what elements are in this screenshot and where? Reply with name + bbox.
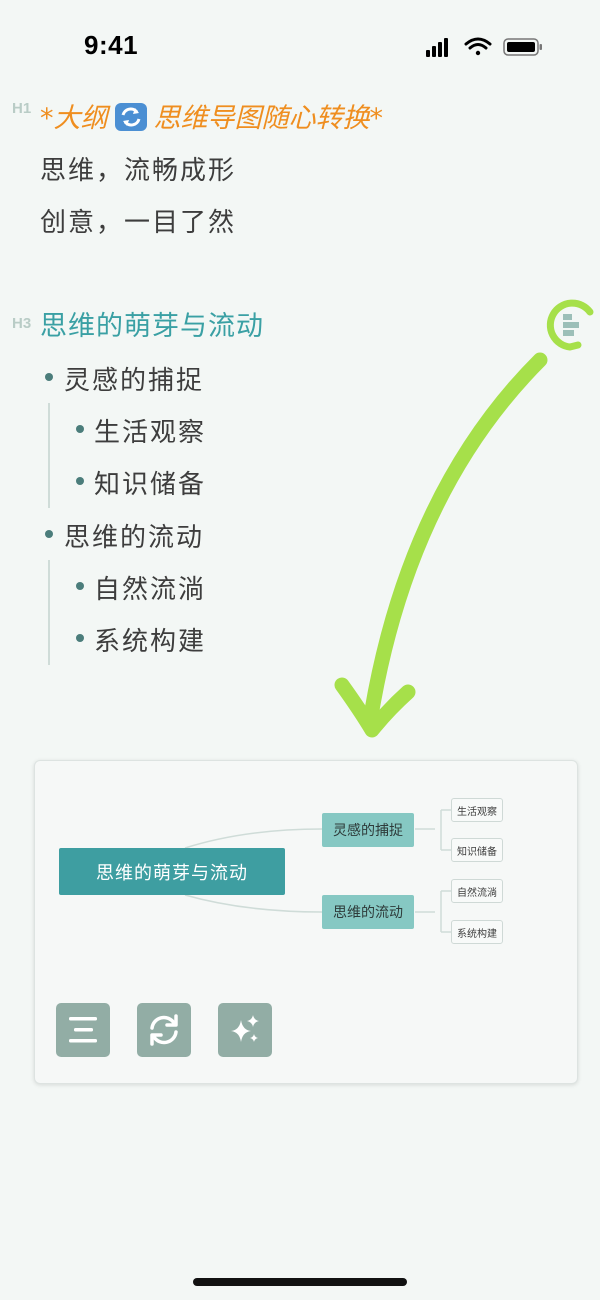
mindmap-leaf-node[interactable]: 生活观察 bbox=[451, 798, 503, 822]
signal-icon bbox=[426, 38, 448, 57]
mindmap-leaf-node[interactable]: 知识储备 bbox=[451, 838, 503, 862]
mindmap-leaf-node[interactable]: 系统构建 bbox=[451, 920, 503, 944]
h3-heading[interactable]: 思维的萌芽与流动 bbox=[40, 304, 264, 343]
battery-icon bbox=[503, 38, 542, 56]
status-bar: 9:41 bbox=[0, 0, 600, 90]
wifi-icon bbox=[464, 37, 492, 56]
bullet-dot bbox=[76, 634, 84, 642]
paragraph-2[interactable]: 创意，一目了然 bbox=[40, 202, 236, 239]
bullet-dot bbox=[45, 373, 53, 381]
home-indicator[interactable] bbox=[193, 1278, 407, 1286]
outline-icon bbox=[69, 1017, 97, 1043]
h1-heading[interactable]: *大纲 思维导图随心转换* bbox=[40, 96, 383, 135]
convert-button[interactable] bbox=[137, 1003, 191, 1057]
list-item-level2[interactable]: 知识储备 bbox=[94, 464, 206, 501]
mindmap-leaf-node[interactable]: 自然流淌 bbox=[451, 879, 503, 903]
bullet-dot bbox=[76, 582, 84, 590]
list-item-level2[interactable]: 自然流淌 bbox=[94, 569, 206, 606]
status-icons bbox=[426, 37, 542, 57]
sync-icon bbox=[150, 1014, 178, 1046]
ai-sparkle-icon bbox=[231, 1015, 259, 1042]
app-logo-icon bbox=[546, 299, 594, 351]
status-time: 9:41 bbox=[84, 30, 139, 60]
mindmap-branch-node[interactable]: 灵感的捕捉 bbox=[322, 813, 414, 847]
mindmap-root-node[interactable]: 思维的萌芽与流动 bbox=[59, 848, 285, 895]
list-item-level2[interactable]: 生活观察 bbox=[94, 412, 206, 449]
h1-prefix: *大纲 bbox=[40, 103, 108, 134]
bullet-dot bbox=[76, 425, 84, 433]
h3-tag: H3 bbox=[12, 315, 32, 332]
indent-guide bbox=[48, 560, 50, 665]
arrow-illustration bbox=[334, 299, 594, 738]
h1-tag: H1 bbox=[12, 100, 32, 117]
indent-guide bbox=[48, 403, 50, 508]
sync-emoji-icon bbox=[114, 102, 148, 132]
outline-view-button[interactable] bbox=[56, 1003, 110, 1057]
ai-assist-button[interactable] bbox=[218, 1003, 272, 1057]
list-item-level1[interactable]: 思维的流动 bbox=[64, 517, 204, 554]
mindmap-branch-node[interactable]: 思维的流动 bbox=[322, 895, 414, 929]
list-item-level1[interactable]: 灵感的捕捉 bbox=[64, 360, 204, 397]
h1-suffix: 思维导图随心转换* bbox=[153, 103, 384, 134]
arrow-shaft bbox=[364, 352, 548, 718]
list-item-level2[interactable]: 系统构建 bbox=[94, 621, 206, 658]
mindmap-card[interactable]: 思维的萌芽与流动 灵感的捕捉 思维的流动 生活观察 知识储备 自然流淌 系统构建 bbox=[34, 760, 578, 1084]
bullet-dot bbox=[45, 530, 53, 538]
bullet-dot bbox=[76, 477, 84, 485]
paragraph-1[interactable]: 思维，流畅成形 bbox=[40, 150, 236, 187]
